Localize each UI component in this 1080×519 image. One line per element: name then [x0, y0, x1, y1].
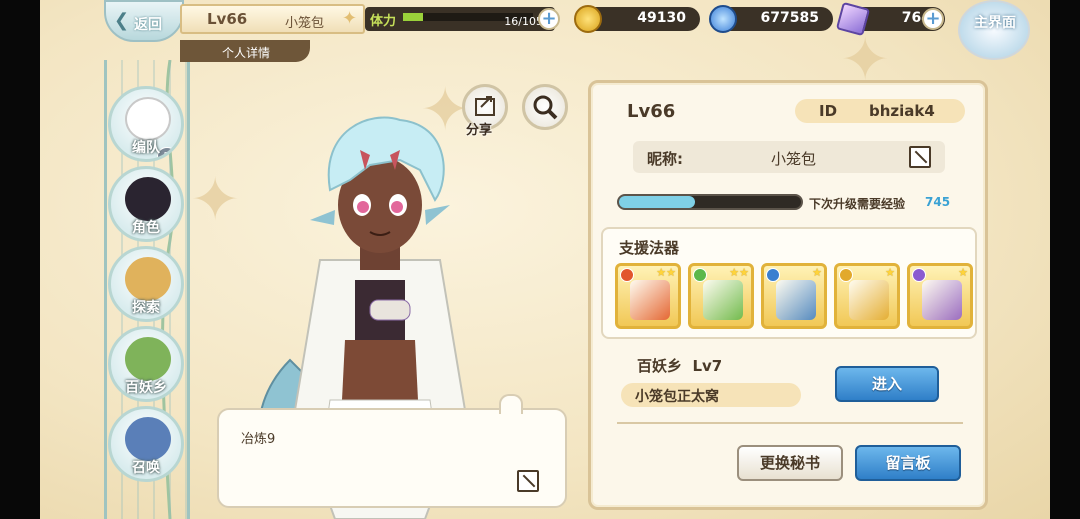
magnifier-icon [533, 95, 558, 120]
bubble-text: 冶炼9 [241, 432, 276, 447]
game-screen: ✦ ✦ ✦ 分享 2 编队 角色 探索 百妖乡 召唤 ❮ 返回 主界面 Lv66… [0, 0, 1080, 519]
artifact-card[interactable]: ★ [761, 263, 827, 329]
tab-personal-details[interactable]: 个人详情 [180, 40, 310, 62]
element-icon [839, 268, 853, 282]
back-label: 返回 [134, 17, 162, 33]
message-board-button[interactable]: 留言板 [855, 445, 961, 481]
crystal-icon [835, 1, 871, 37]
divider [617, 422, 963, 424]
bubble-tail [499, 394, 523, 414]
sidebar-item-label: 探索 [132, 300, 160, 316]
ring-artifact-icon [849, 280, 889, 320]
sidebar-item-summon[interactable]: 召唤 [108, 406, 184, 482]
village-name: 小笼包正太窝 [621, 383, 801, 407]
gold-value: 49130 [637, 10, 686, 26]
letterbox-left [0, 0, 40, 519]
rarity-stars: ★ [885, 266, 895, 279]
edit-nickname-icon[interactable] [909, 146, 931, 168]
share-label: 分享 [466, 123, 493, 138]
element-icon [620, 268, 634, 282]
sparkle-decoration: ✦ [190, 165, 241, 235]
village-level: Lv7 [692, 357, 723, 375]
add-stamina-button[interactable]: + [538, 8, 560, 30]
add-crystal-button[interactable]: + [922, 8, 944, 30]
player-id: ID bhziak4 [795, 99, 965, 123]
artifact-card[interactable]: ★ [907, 263, 973, 329]
profile-level: Lv66 [627, 101, 676, 122]
change-secretary-button[interactable]: 更换秘书 [737, 445, 843, 481]
enter-village-button[interactable]: 进入 [835, 366, 939, 402]
exp-value: 745 [925, 195, 951, 209]
element-icon [912, 268, 926, 282]
sidebar-item-label: 角色 [132, 220, 160, 236]
back-arrow-icon: ❮ [114, 10, 130, 31]
artifacts-title: 支援法器 [619, 239, 680, 257]
village-label: 百妖乡 [637, 357, 683, 375]
spirit-counter: 677585 [709, 5, 833, 33]
spirit-value: 677585 [760, 10, 819, 26]
rarity-stars: ★ [812, 266, 822, 279]
id-value: bhziak4 [869, 102, 935, 120]
village-icon [125, 337, 171, 381]
artifact-card[interactable]: ★★ [615, 263, 681, 329]
nickname-label: 昵称: [647, 150, 683, 168]
sidebar-item-characters[interactable]: 角色 [108, 166, 184, 242]
team-icon [125, 97, 171, 141]
edit-icon[interactable] [517, 470, 539, 492]
stamina-bar: 体力 16/105 [365, 7, 555, 31]
rarity-stars: ★ [958, 266, 968, 279]
exp-progress-bar [617, 194, 803, 210]
village-info: 百妖乡 Lv7 [637, 355, 722, 376]
exp-label: 下次升级需要经验 [809, 197, 906, 211]
sidebar-item-label: 召唤 [132, 460, 160, 476]
back-button[interactable]: ❮ 返回 [104, 0, 184, 42]
sidebar-item-village[interactable]: 百妖乡 [108, 326, 184, 402]
secretary-speech-bubble: 冶炼9 [217, 394, 567, 508]
player-level-box: Lv66 小笼包 ✦ [180, 4, 365, 34]
sidebar-item-explore[interactable]: 探索 [108, 246, 184, 322]
compass-icon [125, 257, 171, 301]
nickname-value: 小笼包 [771, 150, 817, 168]
gold-coin-icon [574, 5, 602, 33]
letterbox-right [1050, 0, 1080, 519]
zoom-button[interactable] [522, 84, 568, 130]
exp-fill [619, 196, 696, 208]
blue-flame-icon [709, 5, 737, 33]
element-icon [766, 268, 780, 282]
player-level: Lv66 [207, 10, 248, 28]
top-bar: Lv66 小笼包 ✦ 个人详情 体力 16/105 + 49130 677585… [180, 0, 1050, 62]
nickname-row: 昵称: 小笼包 [633, 141, 945, 173]
stamina-label: 体力 [370, 14, 397, 29]
artifact-card[interactable]: ★ [834, 263, 900, 329]
support-artifacts-box: 支援法器 ★★ ★★ ★ ★ ★ [601, 227, 977, 339]
gold-counter: 49130 [574, 5, 700, 33]
id-label: ID [819, 102, 838, 120]
umbrella-artifact-icon [630, 280, 670, 320]
rarity-stars: ★★ [729, 266, 749, 279]
player-name: 小笼包 [285, 16, 325, 31]
sidebar-item-label: 编队 [132, 140, 160, 156]
sidebar-item-team[interactable]: 2 编队 [108, 86, 184, 162]
sidebar-item-label: 百妖乡 [125, 380, 167, 396]
rarity-stars: ★★ [656, 266, 676, 279]
blade-artifact-icon [922, 280, 962, 320]
profile-panel: Lv66 ID bhziak4 昵称: 小笼包 下次升级需要经验 745 支援法… [588, 80, 988, 510]
artifact-card[interactable]: ★★ [688, 263, 754, 329]
summon-swirl-icon [125, 417, 171, 461]
sidebar-menu: 2 编队 角色 探索 百妖乡 召唤 [104, 60, 194, 519]
ship-artifact-icon [776, 280, 816, 320]
character-icon [125, 177, 171, 221]
star-icon: ✦ [342, 8, 358, 29]
stamina-fill [403, 13, 423, 21]
element-icon [693, 268, 707, 282]
crossbow-artifact-icon [703, 280, 743, 320]
